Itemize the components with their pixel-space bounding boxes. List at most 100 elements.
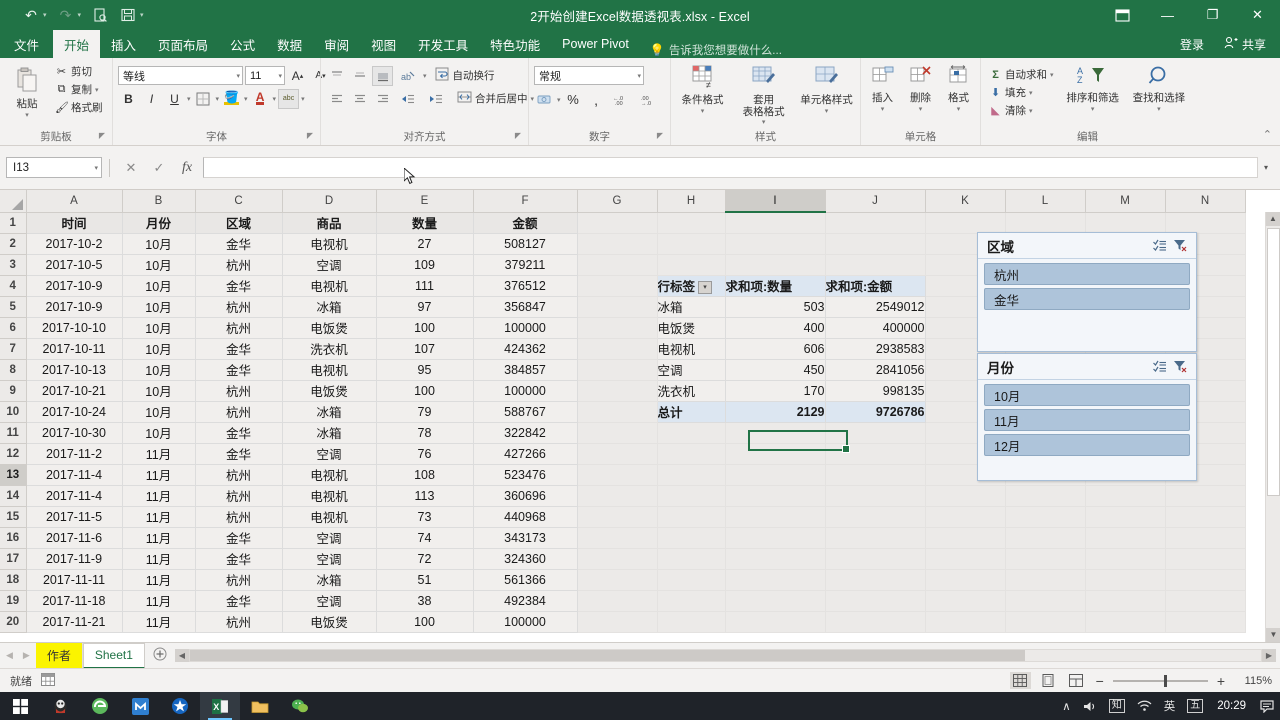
row-header-13[interactable]: 13	[0, 464, 27, 486]
vertical-scrollbar[interactable]: ▲ ▼	[1265, 212, 1280, 642]
grid-cell[interactable]: 38	[376, 590, 474, 612]
column-header-J[interactable]: J	[825, 190, 926, 213]
orientation-dropdown-icon[interactable]: ▾	[423, 72, 427, 80]
name-box[interactable]: I13 ▾	[6, 157, 102, 178]
number-dialog-launcher[interactable]: ◤	[657, 128, 663, 144]
tell-me-box[interactable]: 💡 告诉我您想要做什么...	[640, 42, 782, 58]
tab-insert[interactable]: 插入	[100, 30, 147, 58]
zoom-level-label[interactable]: 115%	[1234, 675, 1272, 687]
grid-cell[interactable]: 73	[376, 506, 474, 528]
pivot-data-cell[interactable]: 2841056	[825, 359, 926, 381]
grid-cell-empty[interactable]	[577, 212, 658, 234]
row-header-8[interactable]: 8	[0, 359, 27, 381]
row-header-15[interactable]: 15	[0, 506, 27, 528]
decrease-indent-button[interactable]	[395, 89, 421, 109]
grid-cell[interactable]: 金华	[195, 338, 283, 360]
cell-styles-dropdown-icon[interactable]: ▾	[825, 108, 829, 116]
redo-icon[interactable]: ↷	[53, 3, 79, 27]
tab-developer[interactable]: 开发工具	[407, 30, 479, 58]
grid-cell[interactable]: 冰箱	[282, 401, 377, 423]
grid-cell-empty[interactable]	[725, 212, 826, 234]
undo-dropdown-icon[interactable]: ▾	[43, 11, 47, 19]
multi-select-icon[interactable]	[1150, 358, 1170, 376]
grid-cell-empty[interactable]	[825, 233, 926, 255]
print-preview-icon[interactable]	[87, 3, 113, 27]
grid-cell-empty[interactable]	[657, 569, 726, 591]
grid-cell[interactable]: 电饭煲	[282, 317, 377, 339]
italic-button[interactable]: I	[141, 89, 162, 109]
grid-cell[interactable]: 冰箱	[282, 569, 377, 591]
grid-cell-empty[interactable]	[725, 464, 826, 486]
grid-cell-empty[interactable]	[725, 569, 826, 591]
grid-cell-empty[interactable]	[825, 569, 926, 591]
orientation-button[interactable]: ab	[395, 66, 421, 86]
grid-cell[interactable]: 10月	[122, 296, 196, 318]
pivot-data-cell[interactable]: 998135	[825, 380, 926, 402]
grid-cell-empty[interactable]	[1165, 506, 1246, 528]
grid-cell[interactable]: 100000	[473, 317, 578, 339]
column-header-G[interactable]: G	[577, 190, 658, 213]
sheet-tab-sheet1[interactable]: Sheet1	[82, 642, 145, 669]
borders-button[interactable]	[193, 89, 214, 109]
restore-button[interactable]: ❐	[1190, 0, 1235, 30]
grid-cell[interactable]: 2017-11-18	[26, 590, 123, 612]
hscroll-right-arrow-icon[interactable]: ▶	[1262, 649, 1276, 662]
increase-decimal-button[interactable]: ←.0.00	[609, 90, 635, 110]
grid-cell[interactable]: 杭州	[195, 296, 283, 318]
grid-cell[interactable]: 322842	[473, 422, 578, 444]
scroll-up-arrow-icon[interactable]: ▲	[1266, 212, 1280, 226]
hscroll-left-arrow-icon[interactable]: ◀	[174, 649, 189, 662]
currency-format-button[interactable]	[534, 90, 555, 110]
grid-cell-empty[interactable]	[725, 506, 826, 528]
grid-cell[interactable]: 金华	[195, 590, 283, 612]
format-as-table-dropdown-icon[interactable]: ▾	[762, 119, 766, 127]
grid-cell[interactable]: 424362	[473, 338, 578, 360]
grid-cell-empty[interactable]	[1165, 569, 1246, 591]
tab-view[interactable]: 视图	[360, 30, 407, 58]
grid-cell-empty[interactable]	[1005, 611, 1086, 633]
grid-cell[interactable]: 11月	[122, 506, 196, 528]
grid-cell[interactable]: 杭州	[195, 317, 283, 339]
grid-cell-empty[interactable]	[1165, 527, 1246, 549]
grid-row[interactable]: 1 时间 月份 区域 商品 数量 金额	[0, 212, 1246, 234]
grid-cell[interactable]: 10月	[122, 338, 196, 360]
fill-color-button[interactable]: 🪣	[221, 89, 242, 109]
vertical-scroll-thumb[interactable]	[1267, 228, 1280, 496]
grid-cell[interactable]: 杭州	[195, 569, 283, 591]
grid-cell[interactable]: 440968	[473, 506, 578, 528]
share-button[interactable]: 共享	[1216, 30, 1274, 58]
grid-cell[interactable]: 11月	[122, 464, 196, 486]
column-header-I[interactable]: I	[725, 190, 826, 213]
formula-input[interactable]	[203, 157, 1258, 178]
maxthon-icon[interactable]	[120, 692, 160, 720]
highlight-color-button[interactable]: abc	[278, 88, 300, 109]
grid-cell-empty[interactable]	[657, 443, 726, 465]
conditional-formatting-dropdown-icon[interactable]: ▾	[701, 108, 705, 116]
grid-cell[interactable]: 2017-10-5	[26, 254, 123, 276]
sheet-tab-author[interactable]: 作者	[35, 643, 83, 668]
grid-cell[interactable]: 508127	[473, 233, 578, 255]
close-button[interactable]: ✕	[1235, 0, 1280, 30]
grid-cell-empty[interactable]	[657, 548, 726, 570]
pivot-data-cell[interactable]: 电视机	[657, 338, 726, 360]
grid-cell-empty[interactable]	[577, 296, 658, 318]
start-button-icon[interactable]	[0, 692, 40, 720]
grid-cell-header[interactable]: 金额	[473, 212, 578, 234]
grid-cell-empty[interactable]	[577, 527, 658, 549]
grid-cell[interactable]: 11月	[122, 485, 196, 507]
font-name-input[interactable]: 等线 ▾	[118, 66, 243, 85]
grid-cell-empty[interactable]	[825, 506, 926, 528]
grid-cell[interactable]: 2017-11-4	[26, 464, 123, 486]
tab-power-pivot[interactable]: Power Pivot	[551, 30, 640, 58]
pivot-data-cell[interactable]: 冰箱	[657, 296, 726, 318]
pivot-data-cell[interactable]: 2549012	[825, 296, 926, 318]
grid-row[interactable]: 17 2017-11-9 11月 金华 空调 72 324360	[0, 548, 1246, 570]
collapse-ribbon-button[interactable]: ⌃	[1263, 128, 1272, 141]
grid-cell-empty[interactable]	[577, 506, 658, 528]
clear-filter-icon[interactable]	[1170, 237, 1190, 255]
find-select-dropdown-icon[interactable]: ▾	[1157, 106, 1161, 114]
grid-cell[interactable]: 11月	[122, 548, 196, 570]
grid-cell-empty[interactable]	[1005, 527, 1086, 549]
pivot-data-cell[interactable]: 电饭煲	[657, 317, 726, 339]
grid-cell[interactable]: 376512	[473, 275, 578, 297]
